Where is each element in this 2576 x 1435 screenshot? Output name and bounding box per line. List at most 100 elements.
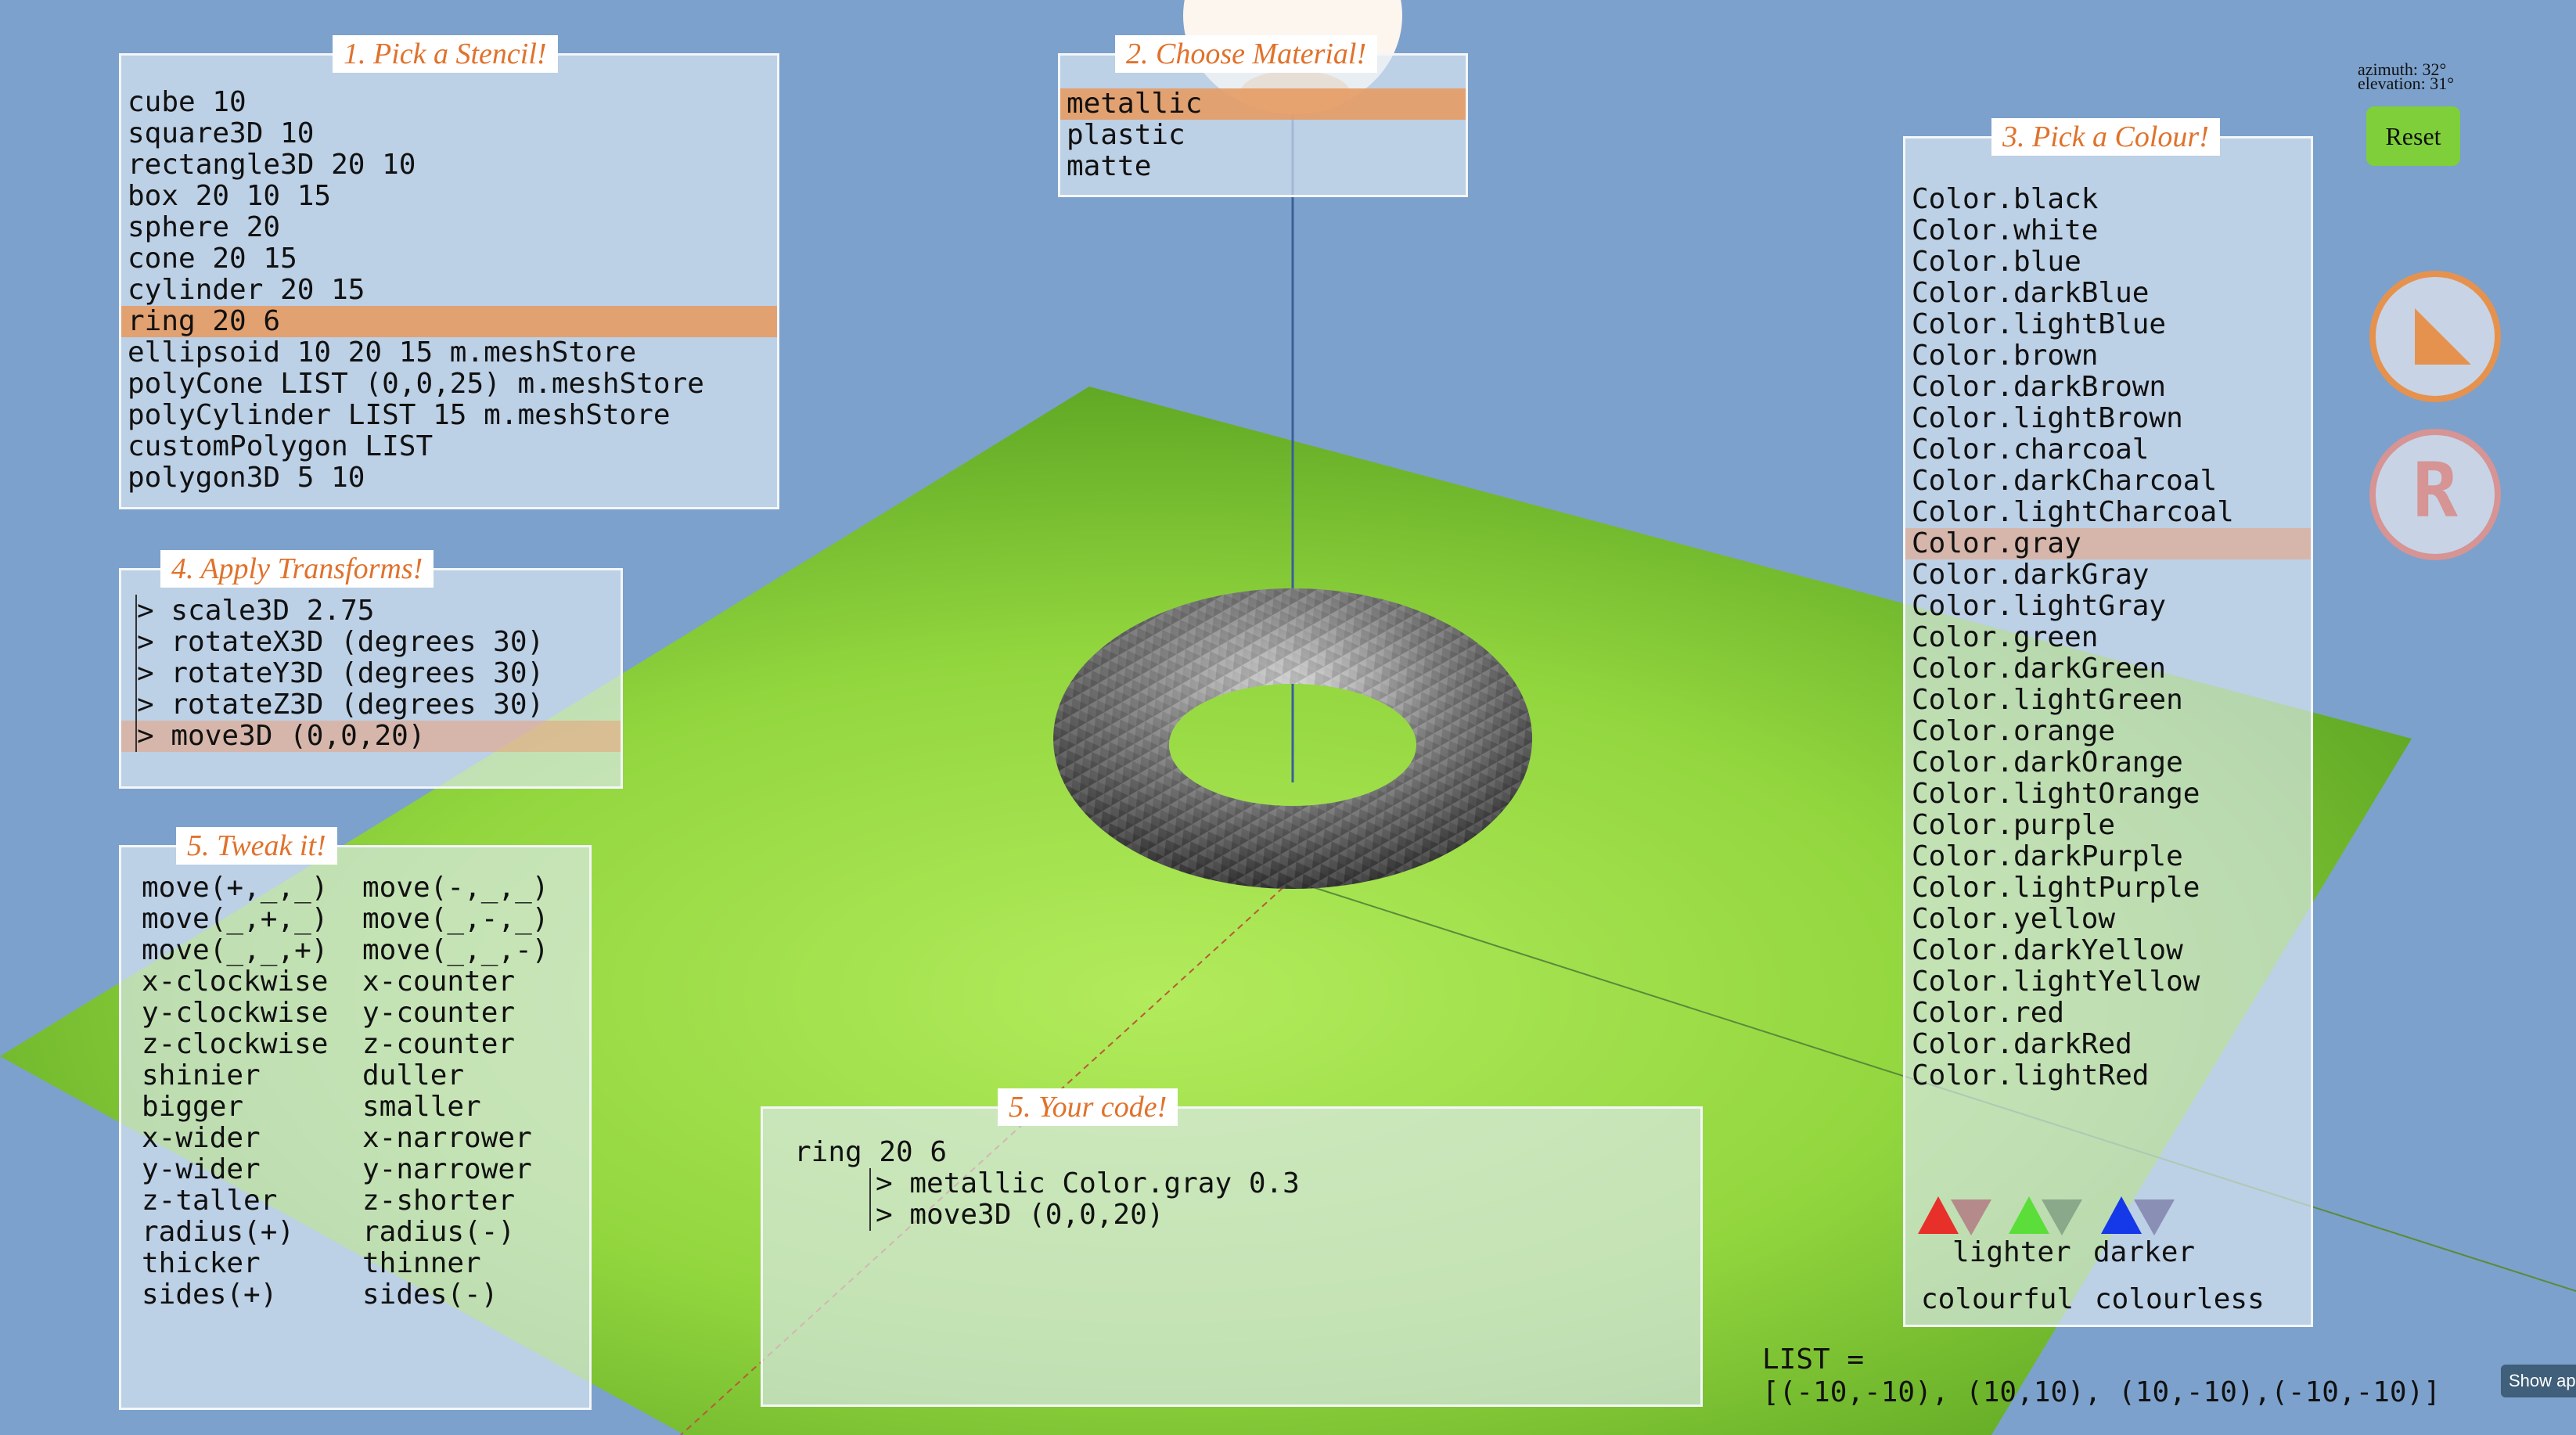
- lighter-button[interactable]: lighter: [1952, 1237, 2071, 1268]
- stencil-panel: 1. Pick a Stencil! cube 10 square3D 10 rec…: [119, 35, 779, 509]
- tweak-button[interactable]: move(_,+,_): [142, 904, 328, 935]
- show-app-button[interactable]: Show ap: [2501, 1365, 2576, 1397]
- colour-item[interactable]: Color.gray: [1905, 528, 2311, 559]
- stencil-item[interactable]: polyCylinder LIST 15 m.meshStore: [121, 400, 777, 431]
- colour-item[interactable]: Color.darkBrown: [1905, 372, 2311, 403]
- tweak-button[interactable]: sides(+): [142, 1279, 328, 1311]
- tweak-button[interactable]: x-clockwise: [142, 966, 328, 998]
- stencil-item[interactable]: square3D 10: [121, 118, 777, 149]
- colour-item[interactable]: Color.orange: [1905, 716, 2311, 747]
- colour-item[interactable]: Color.lightBrown: [1905, 403, 2311, 434]
- stencil-item[interactable]: customPolygon LIST: [121, 431, 777, 462]
- reset-button[interactable]: Reset: [2366, 106, 2460, 166]
- colour-item[interactable]: Color.charcoal: [1905, 434, 2311, 466]
- colour-item[interactable]: Color.white: [1905, 215, 2311, 246]
- stencil-item[interactable]: cylinder 20 15: [121, 275, 777, 306]
- tweak-button[interactable]: y-wider: [142, 1154, 328, 1185]
- r-button[interactable]: R: [2369, 429, 2501, 560]
- tweak-button[interactable]: move(_,-,_): [362, 904, 549, 935]
- colour-item[interactable]: Color.lightPurple: [1905, 872, 2311, 904]
- tweak-button[interactable]: z-counter: [362, 1029, 549, 1060]
- colour-item[interactable]: Color.lightGray: [1905, 591, 2311, 622]
- tweak-button[interactable]: radius(+): [142, 1217, 328, 1248]
- tweak-button[interactable]: y-clockwise: [142, 998, 328, 1029]
- colour-item[interactable]: Color.brown: [1905, 340, 2311, 372]
- colour-item[interactable]: Color.darkCharcoal: [1905, 466, 2311, 497]
- material-item[interactable]: metallic: [1060, 88, 1466, 120]
- colour-item[interactable]: Color.lightGreen: [1905, 685, 2311, 716]
- tweak-button[interactable]: z-shorter: [362, 1185, 549, 1217]
- colour-item[interactable]: Color.darkOrange: [1905, 747, 2311, 779]
- tweak-button[interactable]: z-clockwise: [142, 1029, 328, 1060]
- stencil-item[interactable]: cone 20 15: [121, 243, 777, 275]
- tweak-button[interactable]: y-counter: [362, 998, 549, 1029]
- colour-item-label: Color.lightOrange: [1912, 778, 2200, 810]
- colour-item[interactable]: Color.green: [1905, 622, 2311, 653]
- tweak-button[interactable]: z-taller: [142, 1185, 328, 1217]
- tweak-button[interactable]: move(_,_,-): [362, 935, 549, 966]
- colour-item-label: Color.white: [1912, 214, 2099, 246]
- colour-item[interactable]: Color.darkGreen: [1905, 653, 2311, 685]
- stencil-item[interactable]: box 20 10 15: [121, 181, 777, 212]
- material-item[interactable]: plastic: [1060, 120, 1466, 151]
- colourful-button[interactable]: colourful: [1921, 1284, 2074, 1315]
- colour-item[interactable]: Color.darkPurple: [1905, 841, 2311, 872]
- tweak-button[interactable]: y-narrower: [362, 1154, 549, 1185]
- tweak-button[interactable]: x-wider: [142, 1123, 328, 1154]
- tweak-button[interactable]: smaller: [362, 1092, 549, 1123]
- tweak-button[interactable]: x-counter: [362, 966, 549, 998]
- colour-item[interactable]: Color.darkBlue: [1905, 278, 2311, 309]
- transform-item[interactable]: > rotateY3D (degrees 30): [121, 657, 621, 689]
- tweak-button[interactable]: move(-,_,_): [362, 872, 549, 904]
- colour-item[interactable]: Color.lightRed: [1905, 1060, 2311, 1092]
- tweak-button[interactable]: move(_,_,+): [142, 935, 328, 966]
- colour-item[interactable]: Color.lightBlue: [1905, 309, 2311, 340]
- tweak-button[interactable]: duller: [362, 1060, 549, 1092]
- colour-item[interactable]: Color.blue: [1905, 246, 2311, 278]
- colour-item[interactable]: Color.red: [1905, 998, 2311, 1029]
- colour-item[interactable]: Color.lightOrange: [1905, 779, 2311, 810]
- darker-button[interactable]: darker: [2093, 1237, 2195, 1268]
- stencil-item[interactable]: ellipsoid 10 20 15 m.meshStore: [121, 337, 777, 369]
- tweak-button[interactable]: shinier: [142, 1060, 328, 1092]
- colour-item[interactable]: Color.lightYellow: [1905, 966, 2311, 998]
- stencil-item-label: polyCone LIST (0,0,25) m.meshStore: [128, 368, 704, 400]
- transform-item[interactable]: > scale3D 2.75: [121, 595, 621, 627]
- list-bullet: >: [135, 657, 171, 689]
- transform-item[interactable]: > rotateX3D (degrees 30): [121, 626, 621, 658]
- transform-item[interactable]: > rotateZ3D (degrees 30): [121, 689, 621, 721]
- red-darker-icon[interactable]: [1951, 1199, 1991, 1235]
- stencil-item[interactable]: rectangle3D 20 10: [121, 149, 777, 181]
- green-darker-icon[interactable]: [2042, 1199, 2082, 1235]
- stencil-item[interactable]: ring 20 6: [121, 306, 777, 337]
- stencil-item[interactable]: sphere 20: [121, 212, 777, 243]
- colour-item-label: Color.lightRed: [1912, 1059, 2150, 1092]
- colour-item[interactable]: Color.darkYellow: [1905, 935, 2311, 966]
- material-item[interactable]: matte: [1060, 151, 1466, 182]
- colour-item[interactable]: Color.yellow: [1905, 904, 2311, 935]
- tweak-button[interactable]: move(+,_,_): [142, 872, 328, 904]
- tweak-button[interactable]: x-narrower: [362, 1123, 549, 1154]
- colour-item-label: Color.lightGray: [1912, 590, 2167, 622]
- stencil-item[interactable]: cube 10: [121, 87, 777, 118]
- triangle-button[interactable]: [2369, 271, 2501, 402]
- transform-item[interactable]: > move3D (0,0,20): [121, 720, 621, 752]
- stencil-item[interactable]: polyCone LIST (0,0,25) m.meshStore: [121, 369, 777, 400]
- tweak-button[interactable]: thinner: [362, 1248, 549, 1279]
- colour-item[interactable]: Color.black: [1905, 184, 2311, 215]
- colour-item[interactable]: Color.darkRed: [1905, 1029, 2311, 1060]
- stencil-item[interactable]: polygon3D 5 10: [121, 462, 777, 494]
- tweak-button[interactable]: radius(-): [362, 1217, 549, 1248]
- tweak-button[interactable]: thicker: [142, 1248, 328, 1279]
- tweak-button[interactable]: bigger: [142, 1092, 328, 1123]
- tweak-button[interactable]: sides(-): [362, 1279, 549, 1311]
- blue-darker-icon[interactable]: [2134, 1199, 2175, 1235]
- colour-item[interactable]: Color.darkGray: [1905, 559, 2311, 591]
- colour-item[interactable]: Color.purple: [1905, 810, 2311, 841]
- colour-item-label: Color.lightBrown: [1912, 402, 2183, 434]
- colour-item[interactable]: Color.lightCharcoal: [1905, 497, 2311, 528]
- colour-item-label: Color.darkRed: [1912, 1028, 2132, 1060]
- colourless-button[interactable]: colourless: [2095, 1284, 2265, 1315]
- colour-item-label: Color.darkOrange: [1912, 746, 2183, 779]
- tweak-panel-title: 5. Tweak it!: [176, 827, 337, 865]
